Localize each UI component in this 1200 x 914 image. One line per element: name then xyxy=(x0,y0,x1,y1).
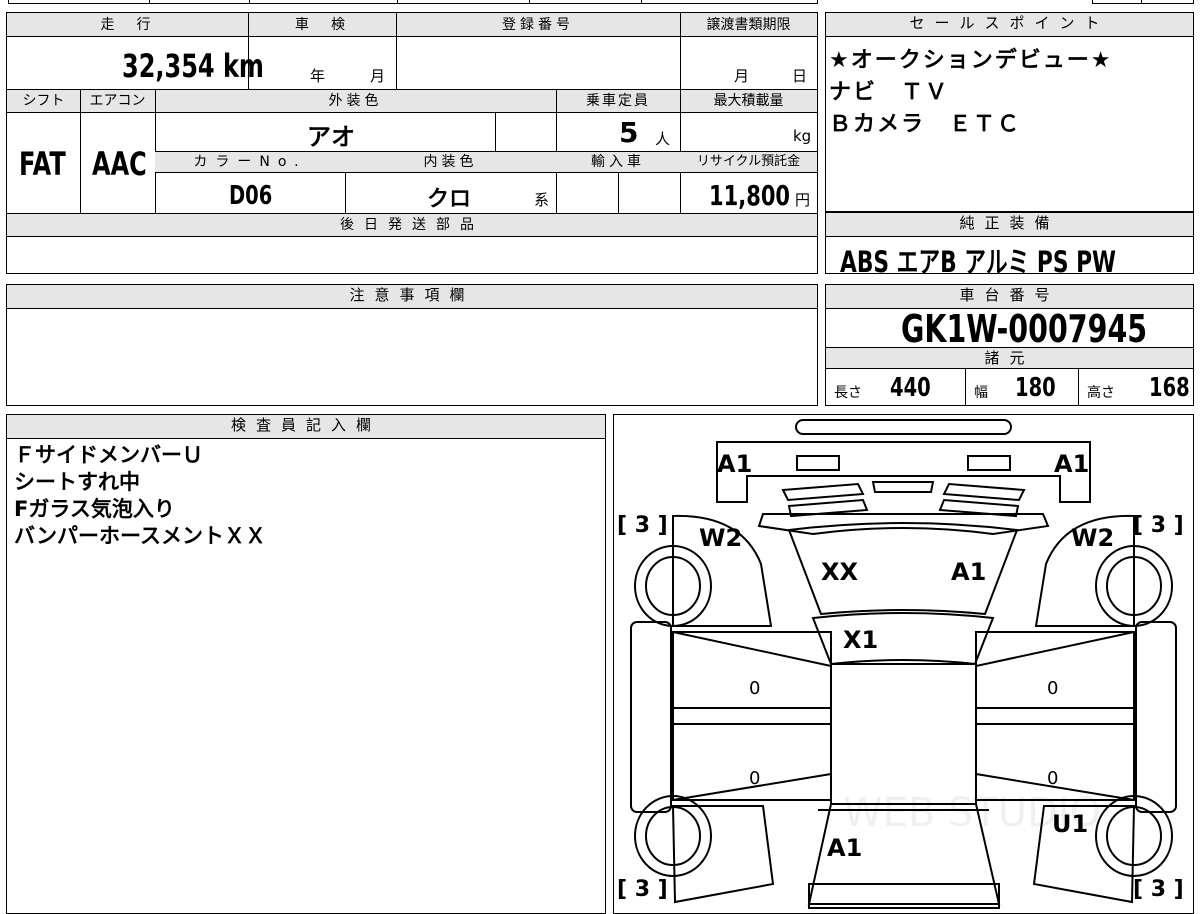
width-value: 180 xyxy=(1015,373,1056,403)
color-no-label: カラーNo. xyxy=(193,154,307,170)
chassis-header: 車台番号 xyxy=(826,285,1193,309)
mark-left-fender: W2 xyxy=(699,524,742,552)
capacity-unit: 人 xyxy=(655,130,671,148)
equipment-box: 純正装備 ABS エアB アルミ PS PW xyxy=(825,212,1194,279)
sales-point-line-2: ナビ ＴＶ xyxy=(829,80,950,105)
caution-header: 注意事項欄 xyxy=(7,285,817,309)
transfer-month: 月 xyxy=(734,67,750,85)
capacity-value: 5 xyxy=(619,116,639,149)
equipment-value: ABS エアB アルミ PS PW xyxy=(840,245,1117,279)
mark-right-rear-door: 0 xyxy=(1047,768,1058,789)
mileage-label: 走 行 xyxy=(100,17,155,33)
inspector-note-1: ＦサイドメンバーＵ xyxy=(14,443,203,467)
top-partial-right xyxy=(1092,0,1194,4)
ac-label: エアコン xyxy=(89,93,146,109)
ac-value: AAC xyxy=(92,145,147,183)
chassis-box: 車台番号 GK1W-0007945 諸元 長さ 440 幅 180 高さ 168 xyxy=(825,284,1194,406)
inspection-year: 年 xyxy=(310,67,326,85)
mark-windshield: X1 xyxy=(843,626,878,654)
import-label: 輸入車 xyxy=(591,154,645,170)
transfer-day: 日 xyxy=(792,67,808,85)
sales-point-header: セールスポイント xyxy=(826,13,1193,37)
recycle-unit: 円 xyxy=(795,191,811,209)
mark-right-front-door: 0 xyxy=(1047,678,1058,699)
inspection-month: 月 xyxy=(370,67,386,85)
max-load-label: 最大積載量 xyxy=(713,93,784,109)
shift-value: FAT xyxy=(19,145,66,183)
inspector-header: 検査員記入欄 xyxy=(7,415,605,439)
specs-header: 諸元 xyxy=(826,347,1193,369)
tire-mark-front-left: [ 3 ] xyxy=(617,513,668,538)
shift-label: シフト xyxy=(22,93,65,109)
mark-front-left-corner: A1 xyxy=(717,450,752,478)
capacity-label: 乗車定員 xyxy=(586,93,650,109)
car-diagram: [ 3 ] [ 3 ] [ 3 ] [ 3 ] A1 A1 W2 W2 XX A… xyxy=(617,419,1184,909)
chassis-number: GK1W-0007945 xyxy=(901,307,1148,351)
inspection-label: 車 検 xyxy=(295,17,349,33)
inspector-notes-box: 検査員記入欄 ＦサイドメンバーＵ シートすれ中 Fガラス気泡入り バンパーホース… xyxy=(6,414,606,914)
inspector-note-2: シートすれ中 xyxy=(14,470,140,494)
caution-box: 注意事項欄 xyxy=(6,284,818,406)
top-partial-row xyxy=(8,0,818,4)
car-diagram-box: [ 3 ] [ 3 ] [ 3 ] [ 3 ] A1 A1 W2 W2 XX A… xyxy=(613,414,1194,914)
interior-color-value: クロ xyxy=(427,187,472,212)
length-value: 440 xyxy=(890,373,931,403)
inspector-note-3: Fガラス気泡入り xyxy=(14,497,175,521)
registration-label: 登録番号 xyxy=(502,17,574,33)
length-label: 長さ xyxy=(834,385,862,401)
sales-point-line-3: Ｂカメラ ＥＴＣ xyxy=(829,112,1022,137)
tire-mark-rear-left: [ 3 ] xyxy=(617,877,668,902)
mark-front-right-corner: A1 xyxy=(1054,450,1089,478)
mark-hood-right: A1 xyxy=(951,558,986,586)
mark-right-fender: W2 xyxy=(1071,524,1114,552)
tire-mark-front-right: [ 3 ] xyxy=(1133,513,1184,538)
tire-mark-rear-right: [ 3 ] xyxy=(1133,877,1184,902)
width-label: 幅 xyxy=(974,385,988,401)
mark-left-front-door: 0 xyxy=(749,678,760,699)
exterior-color-label: 外装色 xyxy=(328,93,383,109)
mileage-value: 32,354 km xyxy=(122,47,264,85)
mark-hood-left: XX xyxy=(821,558,859,586)
recycle-label: リサイクル預託金 xyxy=(696,154,801,169)
inspector-note-4: バンパーホースメントＸＸ xyxy=(14,524,266,548)
equipment-header: 純正装備 xyxy=(826,213,1193,237)
height-value: 168 xyxy=(1149,373,1190,403)
mark-rear: A1 xyxy=(827,834,862,862)
color-no-value: D06 xyxy=(229,181,273,211)
transfer-deadline-label: 譲渡書類期限 xyxy=(706,17,791,33)
recycle-value: 11,800 xyxy=(709,179,791,212)
mark-left-rear-door: 0 xyxy=(749,768,760,789)
later-parts-label: 後日発送部品 xyxy=(340,217,484,233)
sales-point-box: セールスポイント ★オークションデビュー★ ナビ ＴＶ Ｂカメラ ＥＴＣ xyxy=(825,12,1194,212)
interior-color-suffix: 系 xyxy=(534,191,550,209)
max-load-unit: kg xyxy=(793,127,812,145)
watermark: WEB STUDIO xyxy=(843,790,1101,836)
interior-color-label: 内装色 xyxy=(423,154,478,170)
vehicle-info-table: 走 行 車 検 登録番号 譲渡書類期限 32,354 km 年 月 月 日 シフ… xyxy=(6,12,818,274)
height-label: 高さ xyxy=(1087,385,1115,401)
exterior-color-value: アオ xyxy=(307,123,355,151)
sales-point-line-1: ★オークションデビュー★ xyxy=(829,48,1113,73)
